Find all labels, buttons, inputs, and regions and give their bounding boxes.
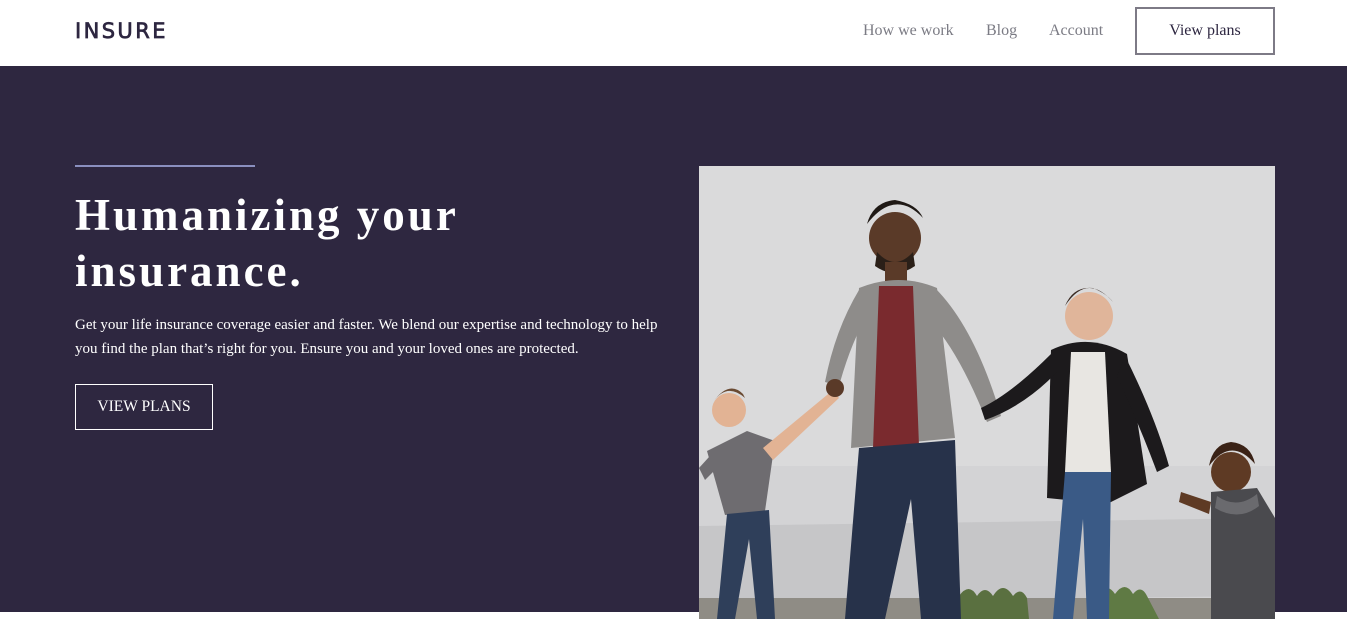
view-plans-hero-button[interactable]: VIEW PLANS: [75, 384, 213, 430]
nav-link-account[interactable]: Account: [1049, 21, 1103, 41]
brand-logo[interactable]: INSURE: [75, 19, 168, 44]
brand-logo-text: INSURE: [75, 19, 168, 44]
hero-title-line-2: insurance.: [75, 246, 304, 296]
nav-link-blog[interactable]: Blog: [986, 21, 1017, 41]
hero-accent-line: [75, 165, 255, 167]
hero-title-line-1: Humanizing your: [75, 190, 459, 240]
view-plans-nav-button[interactable]: View plans: [1135, 7, 1275, 55]
nav-link-how-we-work[interactable]: How we work: [863, 21, 954, 41]
hero-family-image: [699, 166, 1275, 619]
hero-title: Humanizing your insurance.: [75, 187, 595, 299]
family-photo-illustration: [699, 166, 1275, 619]
site-header: INSURE How we work Blog Account View pla…: [0, 0, 1347, 66]
hero-description: Get your life insurance coverage easier …: [75, 317, 658, 357]
